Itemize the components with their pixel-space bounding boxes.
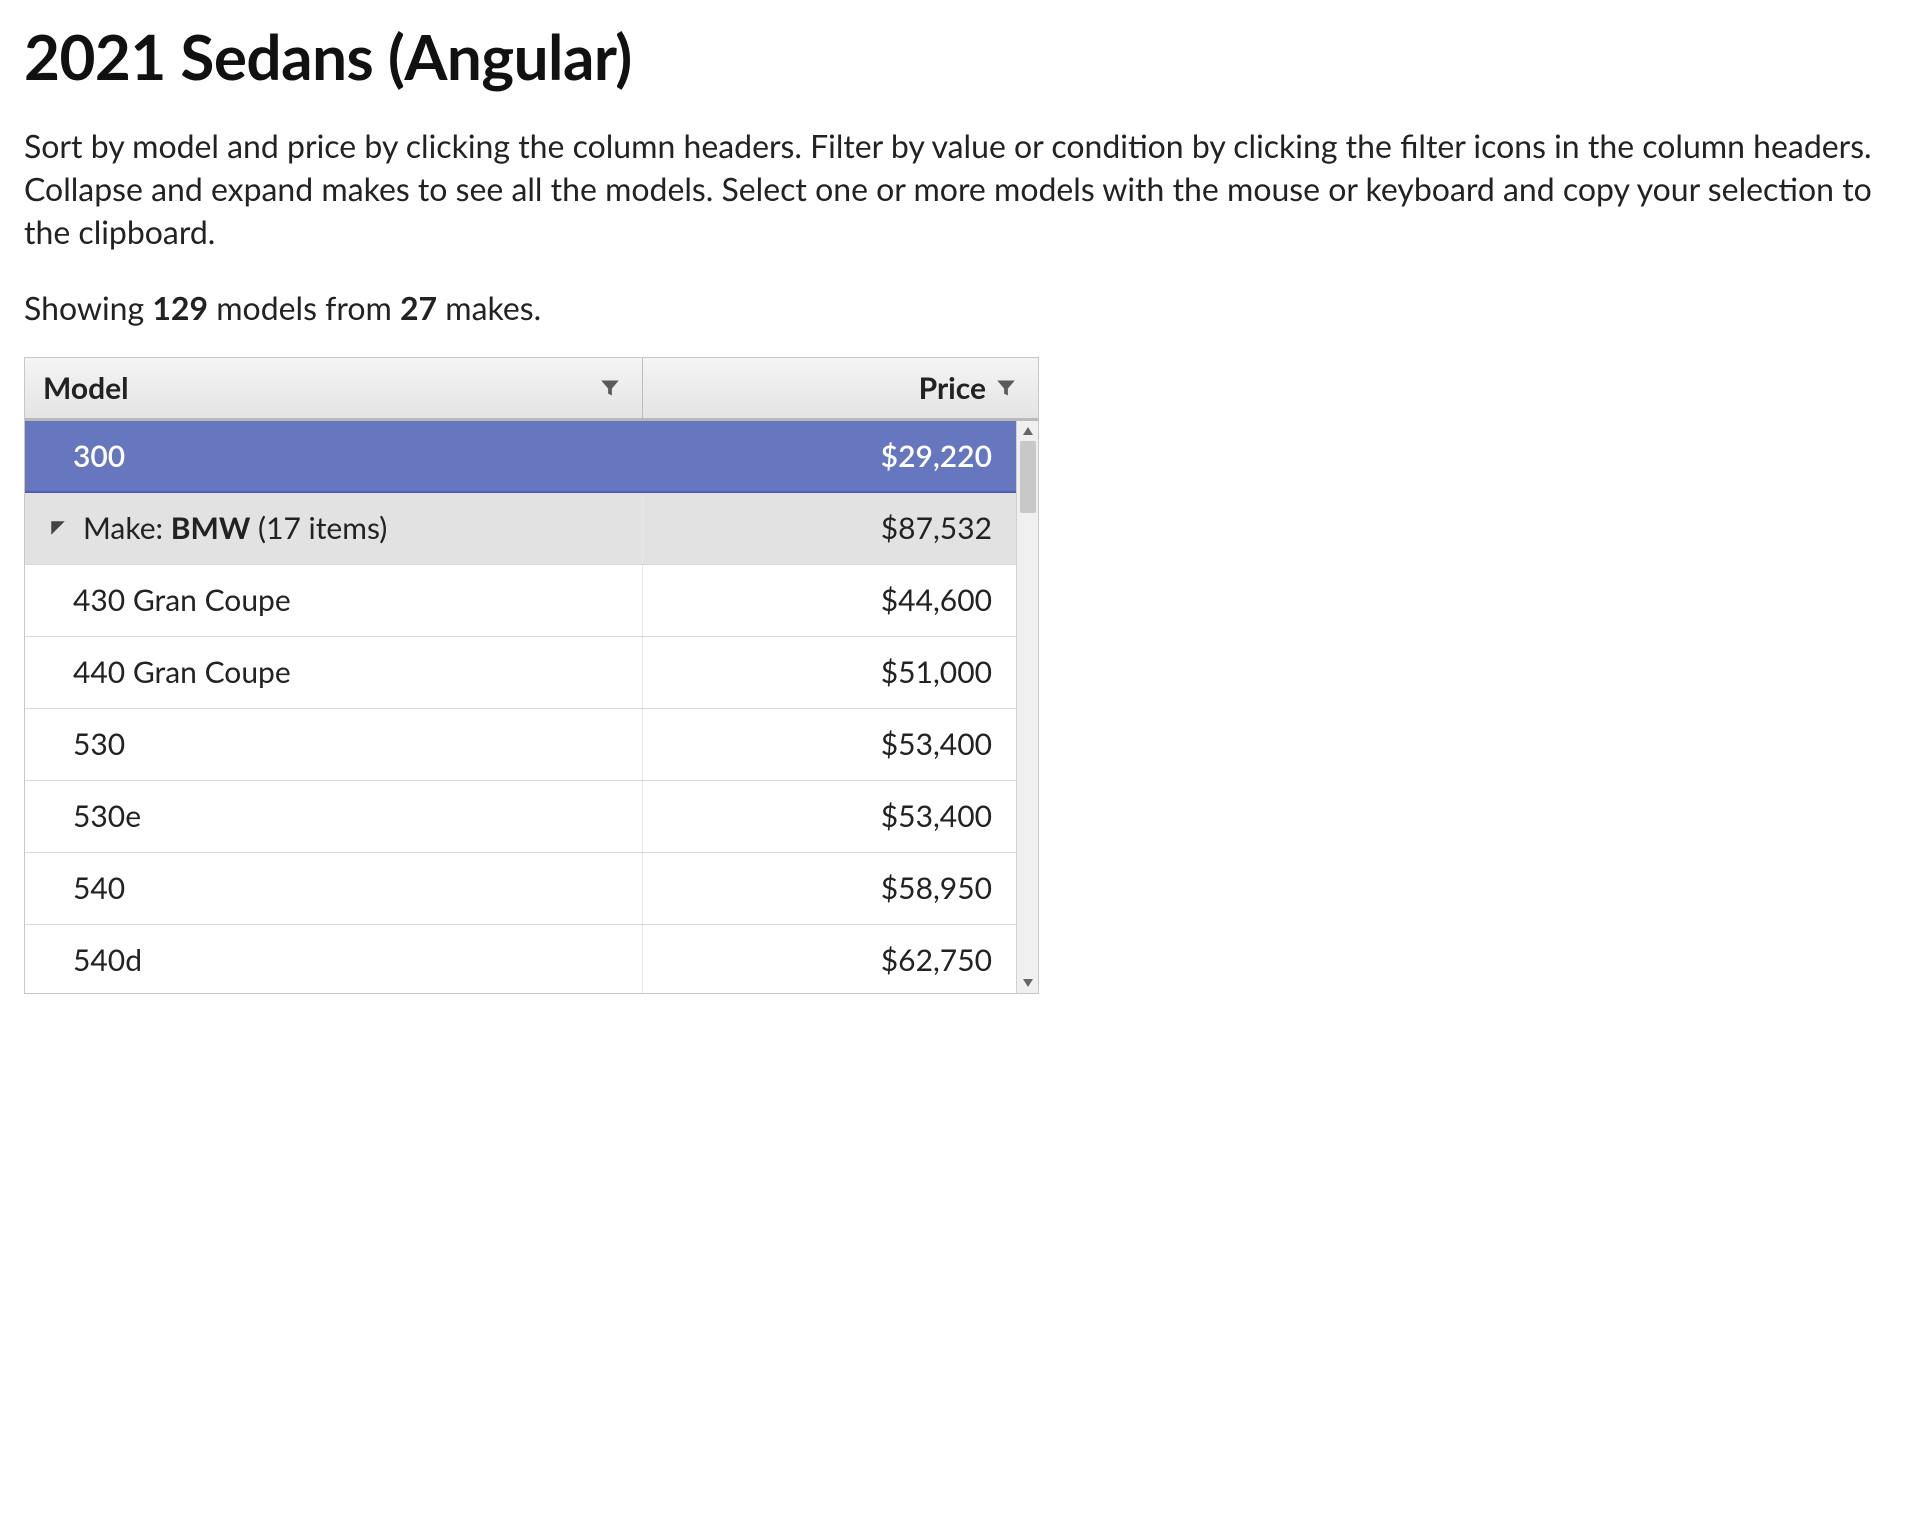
- column-header-label: Model: [43, 370, 129, 406]
- cell-price: $53,400: [643, 709, 1016, 780]
- table-row[interactable]: 530 $53,400: [25, 709, 1016, 781]
- cell-model: 530: [25, 709, 643, 780]
- cell-model: 530e: [25, 781, 643, 852]
- cell-price: $29,220: [643, 421, 1016, 491]
- table-row[interactable]: 440 Gran Coupe $51,000: [25, 637, 1016, 709]
- cell-model: 540: [25, 853, 643, 924]
- summary-text: Showing: [24, 288, 152, 327]
- cell-price: $44,600: [643, 565, 1016, 636]
- vertical-scrollbar[interactable]: [1016, 421, 1038, 993]
- cell-model: 540d: [25, 925, 643, 993]
- column-header-label: Price: [919, 370, 986, 406]
- cell-model: 430 Gran Coupe: [25, 565, 643, 636]
- grid-body: 300 $29,220 Make: BMW (17 items) $87,532…: [25, 421, 1016, 993]
- group-aggregate-price: $87,532: [643, 493, 1016, 564]
- scroll-thumb[interactable]: [1020, 441, 1036, 513]
- summary-line: Showing 129 models from 27 makes.: [24, 288, 1896, 327]
- cell-model: 300: [25, 421, 643, 491]
- cell-price: $58,950: [643, 853, 1016, 924]
- cell-price: $53,400: [643, 781, 1016, 852]
- group-prefix: Make:: [83, 510, 171, 546]
- table-row[interactable]: 540d $62,750: [25, 925, 1016, 993]
- group-header-cell: Make: BMW (17 items): [25, 493, 643, 564]
- filter-icon[interactable]: [992, 374, 1020, 402]
- scroll-down-arrow-icon[interactable]: [1017, 973, 1038, 993]
- summary-text: makes.: [437, 288, 541, 327]
- make-count: 27: [400, 288, 437, 327]
- scroll-up-arrow-icon[interactable]: [1017, 421, 1038, 441]
- collapse-icon[interactable]: [47, 517, 69, 539]
- group-header-row[interactable]: Make: BMW (17 items) $87,532: [25, 493, 1016, 565]
- table-row[interactable]: 530e $53,400: [25, 781, 1016, 853]
- filter-icon[interactable]: [596, 374, 624, 402]
- page-title: 2021 Sedans (Angular): [24, 20, 1896, 94]
- summary-text: models from: [208, 288, 400, 327]
- table-row[interactable]: 430 Gran Coupe $44,600: [25, 565, 1016, 637]
- page-description: Sort by model and price by clicking the …: [24, 124, 1896, 254]
- cell-price: $62,750: [643, 925, 1016, 993]
- grid-header-row: Model Price: [25, 358, 1038, 421]
- grid-body-wrap: 300 $29,220 Make: BMW (17 items) $87,532…: [25, 421, 1038, 993]
- model-count: 129: [152, 288, 208, 327]
- data-grid: Model Price 300 $29,220: [24, 357, 1039, 994]
- column-header-price[interactable]: Price: [643, 358, 1038, 418]
- cell-price: $51,000: [643, 637, 1016, 708]
- group-count: (17 items): [250, 510, 387, 546]
- column-header-model[interactable]: Model: [25, 358, 643, 418]
- group-name: BMW: [171, 510, 251, 546]
- cell-model: 440 Gran Coupe: [25, 637, 643, 708]
- table-row[interactable]: 540 $58,950: [25, 853, 1016, 925]
- table-row[interactable]: 300 $29,220: [25, 421, 1016, 493]
